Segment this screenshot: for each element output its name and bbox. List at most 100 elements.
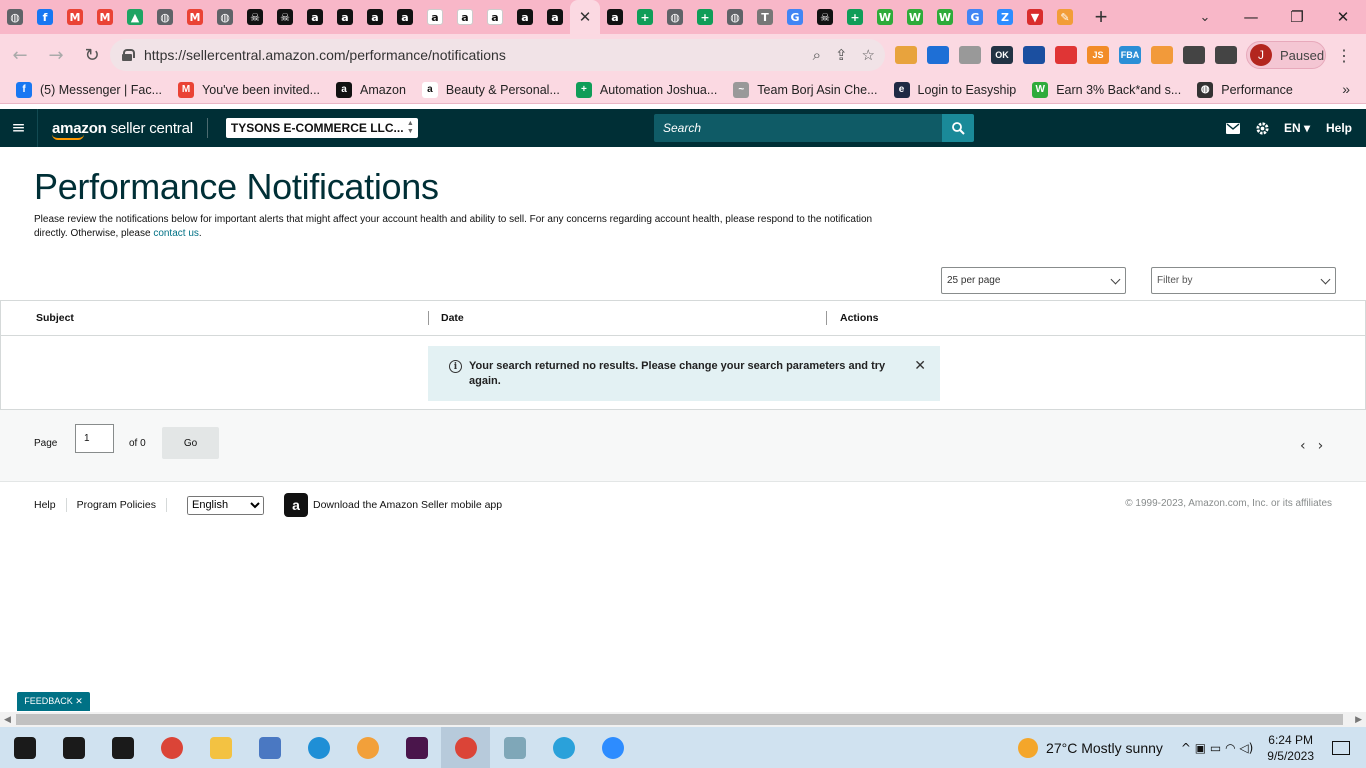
browser-tab[interactable]: ◍ (150, 0, 180, 34)
reload-button[interactable]: ↻ (76, 39, 108, 71)
browser-tab[interactable]: a (390, 0, 420, 34)
close-icon[interactable]: ✕ (914, 358, 926, 374)
notification-center-icon[interactable] (1332, 740, 1350, 755)
taskbar-app[interactable] (441, 727, 490, 768)
settings-gear-icon[interactable] (1248, 121, 1278, 136)
forward-button[interactable]: → (40, 39, 72, 71)
browser-tab[interactable]: a (450, 0, 480, 34)
language-selector[interactable]: EN ▾ (1284, 121, 1310, 135)
search-button[interactable] (942, 114, 974, 142)
browser-tab[interactable]: f (30, 0, 60, 34)
previous-page-icon[interactable]: ‹ (1300, 438, 1306, 454)
taskbar-app[interactable] (294, 727, 343, 768)
browser-tab[interactable]: a (300, 0, 330, 34)
orange-circle-icon[interactable] (1151, 46, 1173, 64)
bookmark-item[interactable]: + Automation Joshua... (575, 81, 717, 98)
download-app-link[interactable]: Download the Amazon Seller mobile app (313, 499, 502, 511)
back-button[interactable]: ← (4, 39, 36, 71)
footer-help-link[interactable]: Help (34, 499, 56, 511)
bookmark-item[interactable]: W Earn 3% Back*and s... (1032, 81, 1181, 98)
hamburger-menu-icon[interactable]: ≡ (0, 109, 38, 147)
browser-tab[interactable]: W (870, 0, 900, 34)
blue-circle-icon[interactable] (927, 46, 949, 64)
address-bar[interactable]: https://sellercentral.amazon.com/perform… (110, 39, 885, 71)
zoom-icon[interactable]: ⌕ (813, 46, 821, 64)
grid-icon[interactable] (1023, 46, 1045, 64)
taskbar-app[interactable] (588, 727, 637, 768)
new-tab-button[interactable]: + (1084, 0, 1118, 34)
browser-tab[interactable]: a (540, 0, 570, 34)
go-button[interactable]: Go (162, 427, 219, 459)
tab-search-button[interactable]: ⌄ (1192, 0, 1218, 34)
active-tab[interactable]: ✕ (570, 0, 600, 34)
browser-tab[interactable]: a (510, 0, 540, 34)
browser-tab[interactable]: ▲ (120, 0, 150, 34)
browser-tab[interactable]: G (960, 0, 990, 34)
restore-button[interactable]: ❐ (1274, 0, 1320, 34)
scroll-thumb[interactable] (16, 714, 1343, 725)
browser-tab[interactable]: ☠ (270, 0, 300, 34)
clock[interactable]: 6:24 PM 9/5/2023 (1267, 732, 1314, 764)
account-switcher[interactable]: TYSONS E-COMMERCE LLC... ▲ ▼ (225, 118, 418, 138)
ok-icon[interactable]: OK (991, 46, 1013, 64)
signature-icon[interactable] (959, 46, 981, 64)
tray-icons[interactable]: ^ ▣ ▭ ◠ ◁) (1181, 741, 1253, 755)
search-input[interactable]: Search (654, 114, 942, 142)
browser-tab[interactable]: a (360, 0, 390, 34)
taskbar-app[interactable] (490, 727, 539, 768)
cake-icon[interactable] (895, 46, 917, 64)
taskbar-app[interactable] (343, 727, 392, 768)
browser-tab[interactable]: a (420, 0, 450, 34)
lock-icon[interactable] (122, 49, 135, 61)
bookmark-star-icon[interactable]: ☆ (862, 46, 875, 64)
puzzle-icon[interactable] (1183, 46, 1205, 64)
browser-tab[interactable]: + (840, 0, 870, 34)
pokeball-icon[interactable] (1055, 46, 1077, 64)
taskbar-app[interactable] (49, 727, 98, 768)
program-policies-link[interactable]: Program Policies (77, 499, 156, 511)
page-number-input[interactable]: 1 (75, 424, 114, 453)
taskbar-app[interactable] (147, 727, 196, 768)
browser-tab[interactable]: ◍ (720, 0, 750, 34)
bookmark-item[interactable]: e Login to Easyship (893, 81, 1016, 98)
js-icon[interactable]: JS (1087, 46, 1109, 64)
minimize-button[interactable]: — (1228, 0, 1274, 34)
bookmark-item[interactable]: f (5) Messenger | Fac... (16, 81, 162, 98)
browser-tab[interactable]: Z (990, 0, 1020, 34)
browser-tab[interactable]: ▼ (1020, 0, 1050, 34)
browser-menu-icon[interactable]: ⋮ (1336, 46, 1352, 66)
browser-tab[interactable]: ✎ (1050, 0, 1080, 34)
mail-icon[interactable] (1218, 122, 1248, 134)
feedback-button[interactable]: FEEDBACK ✕ (17, 692, 90, 711)
taskbar-app[interactable] (539, 727, 588, 768)
browser-tab[interactable]: ◍ (210, 0, 240, 34)
browser-tab[interactable]: ☠ (240, 0, 270, 34)
bookmark-item[interactable]: ◍ Performance (1197, 81, 1293, 98)
taskbar-app[interactable] (245, 727, 294, 768)
url-text[interactable]: https://sellercentral.amazon.com/perform… (144, 47, 506, 63)
horizontal-scrollbar[interactable]: ◀ ▶ (0, 712, 1366, 727)
column-date[interactable]: Date (441, 312, 464, 324)
scroll-right-icon[interactable]: ▶ (1355, 714, 1362, 725)
language-dropdown[interactable]: English (186, 495, 264, 515)
weather-widget[interactable]: 27°C Mostly sunny (1018, 737, 1163, 758)
browser-tab[interactable]: ☠ (810, 0, 840, 34)
browser-tab[interactable]: + (690, 0, 720, 34)
bookmark-item[interactable]: a Amazon (336, 81, 406, 98)
column-subject[interactable]: Subject (36, 312, 74, 324)
taskbar-app[interactable] (0, 727, 49, 768)
share-icon[interactable]: ⇪ (835, 46, 848, 64)
bookmark-item[interactable]: M You've been invited... (178, 81, 320, 98)
browser-tab[interactable]: M (90, 0, 120, 34)
fba-icon[interactable]: FBA (1119, 46, 1141, 64)
taskbar-app[interactable] (392, 727, 441, 768)
browser-tab[interactable]: W (930, 0, 960, 34)
browser-tab[interactable]: M (180, 0, 210, 34)
close-tab-icon[interactable]: ✕ (577, 8, 593, 26)
browser-tab[interactable]: G (780, 0, 810, 34)
browser-tab[interactable]: + (630, 0, 660, 34)
browser-tab[interactable]: a (330, 0, 360, 34)
browser-tab[interactable]: T (750, 0, 780, 34)
profile-button[interactable]: J Paused (1246, 41, 1326, 69)
contact-us-link[interactable]: contact us (153, 228, 199, 239)
